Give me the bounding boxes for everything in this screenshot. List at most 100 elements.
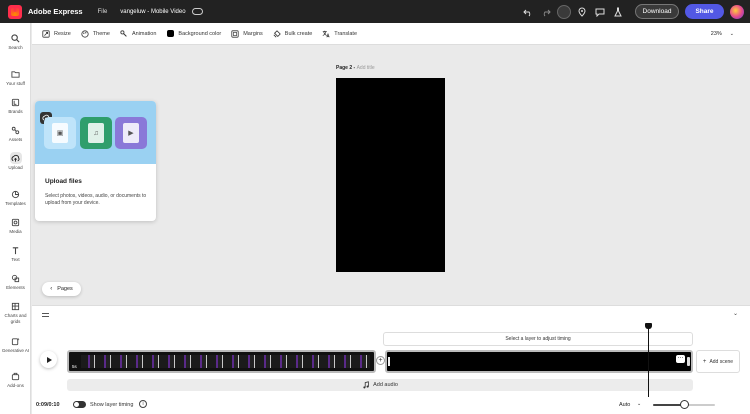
brand-name: Adobe Express <box>28 7 83 16</box>
upload-icon <box>9 152 22 164</box>
zoom-dropdown[interactable]: 23% ⌄ <box>711 23 734 45</box>
left-rail: Search Your stuff Brands Assets Upload T… <box>0 23 31 414</box>
margins-button[interactable]: Margins <box>231 29 263 38</box>
animation-icon <box>120 29 128 38</box>
rail-item-elements[interactable]: Elements <box>0 272 31 291</box>
translate-button[interactable]: Translate <box>322 30 357 38</box>
share-button[interactable]: Share <box>685 4 724 19</box>
slider-thumb[interactable] <box>679 400 689 409</box>
rail-item-upload[interactable]: Upload <box>0 152 31 171</box>
trim-handle-left[interactable] <box>388 357 390 366</box>
file-menu[interactable]: File <box>98 9 108 15</box>
comment-icon[interactable] <box>593 5 607 19</box>
rail-item-text[interactable]: Text <box>0 244 31 263</box>
elements-icon <box>10 272 22 284</box>
invite-user-icon[interactable] <box>557 4 571 19</box>
add-audio-label: Add audio <box>373 382 398 388</box>
timeline-panel: ⌄ Select a layer to adjust timing 5s + …… <box>32 305 750 414</box>
chevron-down-icon[interactable]: ⌄ <box>637 401 641 407</box>
resize-button[interactable]: Resize <box>42 29 71 38</box>
document-title[interactable]: vangeluw - Mobile Video <box>120 9 185 15</box>
redo-icon[interactable] <box>539 5 553 19</box>
timing-hint: Select a layer to adjust timing <box>383 332 693 346</box>
margins-label: Margins <box>243 30 263 37</box>
layer-timing-toggle[interactable] <box>73 401 86 408</box>
brand-icon <box>10 96 22 108</box>
trim-handle-right[interactable] <box>687 357 690 366</box>
chevron-down-icon: ⌄ <box>729 31 734 37</box>
add-scene-label: Add scene <box>709 358 734 365</box>
download-button[interactable]: Download <box>635 4 679 19</box>
page-canvas[interactable] <box>336 78 445 272</box>
rail-item-add-ons[interactable]: Add-ons <box>0 370 31 389</box>
scene-clip-2[interactable]: … <box>385 350 693 373</box>
background-color-button[interactable]: Background color <box>166 30 221 38</box>
clip-duration: 5s <box>72 364 77 369</box>
media-icon <box>10 216 22 228</box>
user-avatar[interactable] <box>730 4 744 19</box>
color-swatch-icon <box>166 30 174 38</box>
scene-clip-1[interactable]: 5s <box>67 350 376 373</box>
rail-item-brands[interactable]: Brands <box>0 96 31 115</box>
animation-button[interactable]: Animation <box>120 29 157 38</box>
add-between-button[interactable]: + <box>376 356 385 365</box>
rail-label: Upload <box>8 165 23 170</box>
add-scene-button[interactable]: + Add scene <box>696 350 740 373</box>
rail-item-search[interactable]: Search <box>0 32 31 51</box>
more-options-icon[interactable]: … <box>676 354 685 363</box>
video-file-icon: ▶ <box>115 117 147 149</box>
drag-handle-icon[interactable] <box>42 313 49 317</box>
rail-item-your-stuff[interactable]: Your stuff <box>0 68 31 87</box>
bulk-create-label: Bulk create <box>284 30 313 37</box>
top-right-actions: Download Share <box>517 0 744 23</box>
folder-icon <box>10 68 22 80</box>
page-label[interactable]: Page 2 - Add title <box>336 65 375 71</box>
audio-file-icon: ♫ <box>80 117 112 149</box>
rail-item-templates[interactable]: Templates <box>0 188 31 207</box>
pages-button[interactable]: ‹ Pages <box>42 282 81 296</box>
info-icon[interactable]: i <box>139 400 147 408</box>
page-title-placeholder[interactable]: Add title <box>357 65 375 71</box>
theme-label: Theme <box>92 30 110 37</box>
search-icon <box>10 32 22 44</box>
margins-icon <box>231 29 239 38</box>
rail-item-media[interactable]: Media <box>0 216 31 235</box>
zoom-level: 23% <box>710 31 722 37</box>
flask-icon[interactable] <box>611 5 625 19</box>
translate-label: Translate <box>334 30 358 37</box>
playhead-handle[interactable] <box>645 323 652 329</box>
add-audio-button[interactable]: Add audio <box>67 379 693 391</box>
undo-icon[interactable] <box>521 5 535 19</box>
assets-icon <box>10 124 22 136</box>
playback-mode-select[interactable]: Auto <box>619 402 630 408</box>
rail-item-charts-and-grids[interactable]: Charts and grids <box>0 300 31 324</box>
addons-icon <box>10 370 22 382</box>
adobe-express-logo-icon[interactable] <box>8 4 22 19</box>
resize-label: Resize <box>54 30 71 37</box>
bulk-create-button[interactable]: Bulk create <box>273 29 313 38</box>
rail-label: Your stuff <box>6 81 25 86</box>
chevron-down-icon[interactable]: ⌄ <box>733 310 738 317</box>
plus-icon: + <box>702 358 707 365</box>
page-number: Page 2 - <box>336 65 357 71</box>
upload-title: Upload files <box>45 178 82 185</box>
upload-files-card[interactable]: ▣ ♫ ▶ Upload files Select photos, videos… <box>35 101 156 221</box>
bulk-create-icon <box>273 29 281 38</box>
upload-description: Select photos, videos, audio, or documen… <box>45 193 147 206</box>
generative-ai-icon <box>10 335 22 347</box>
text-icon <box>10 244 22 256</box>
rail-item-assets[interactable]: Assets <box>0 124 31 143</box>
playhead[interactable] <box>648 324 649 397</box>
resize-icon <box>42 29 50 38</box>
location-pin-icon[interactable] <box>575 5 589 19</box>
rail-label: Templates <box>5 201 26 206</box>
timeline-zoom-slider[interactable] <box>653 400 715 409</box>
play-button[interactable] <box>40 351 57 368</box>
rail-label: Text <box>11 257 20 262</box>
rail-item-generative-ai[interactable]: Generative AI <box>0 335 31 354</box>
top-bar: Adobe Express File vangeluw - Mobile Vid… <box>0 0 750 23</box>
chevron-left-icon: ‹ <box>50 286 53 292</box>
theme-button[interactable]: Theme <box>81 29 110 38</box>
animation-label: Animation <box>131 30 157 37</box>
time-readout: 0:09/0:10 <box>36 402 60 408</box>
